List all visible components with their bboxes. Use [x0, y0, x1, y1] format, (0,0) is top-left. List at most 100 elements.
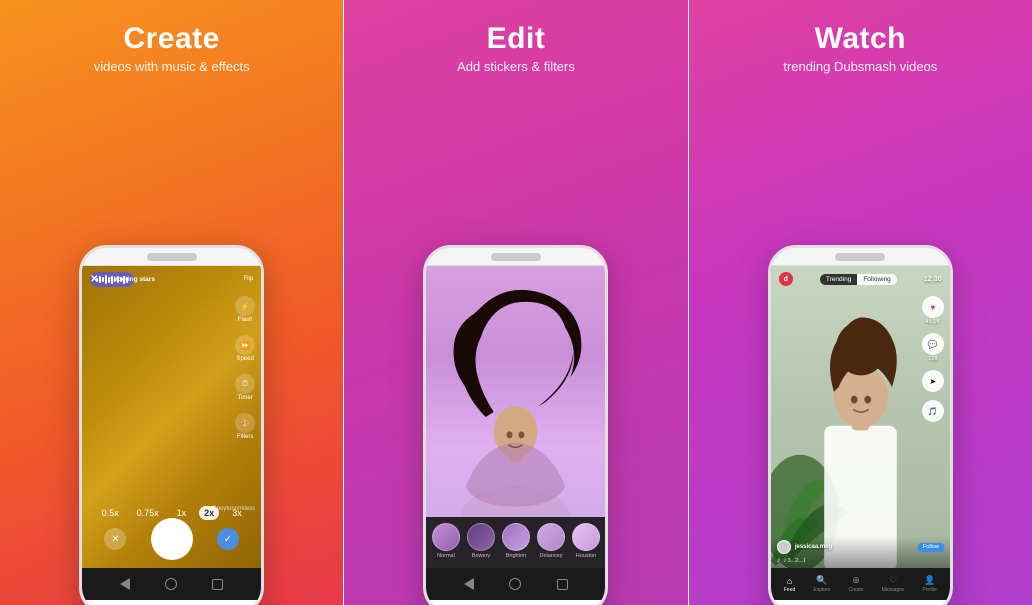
watch-bottom-overlay: jessicaa.meg Follow ♪ ♪ 3...2...1 — [771, 536, 950, 568]
filters-label: Filters — [237, 434, 253, 440]
wave-bar-2 — [99, 276, 101, 283]
watch-top-bar: d Trending Following 12:30 — [771, 270, 950, 288]
create-notch — [147, 253, 197, 261]
watch-right-controls: ♥ 45.1K 💬 128 ➤ 🎵 — [922, 296, 944, 422]
home-nav-icon[interactable] — [165, 578, 177, 590]
edit-home-nav[interactable] — [509, 578, 521, 590]
edit-recents-nav[interactable] — [557, 579, 568, 590]
messages-label: Messages — [882, 587, 905, 593]
filter-bowery-preview — [467, 523, 495, 551]
profile-icon: 👤 — [924, 575, 935, 586]
flash-label: Flash — [238, 317, 253, 323]
speed-icon: ⏩ — [235, 335, 255, 355]
edit-notch-bar — [426, 248, 605, 266]
side-controls: ⚡ Flash ⏩ Speed ⏱ Timer 🎨 Filters — [235, 296, 255, 440]
feed-label: Feed — [784, 587, 795, 593]
edit-phone-wrapper: Normal Bowery Brighton Delancey — [344, 245, 687, 605]
filter-normal-preview — [432, 523, 460, 551]
edit-back-nav[interactable] — [464, 578, 474, 590]
watch-user-avatar — [777, 540, 791, 554]
explore-nav-item[interactable]: 🔍 Explore — [813, 575, 830, 593]
comment-control[interactable]: 💬 128 — [922, 333, 944, 362]
watch-song-label: ♪ 3...2...1 — [783, 558, 806, 564]
audio-control[interactable]: 🎵 — [922, 400, 944, 422]
filter-bowery-label: Bowery — [472, 553, 490, 559]
edit-notch — [491, 253, 541, 261]
watch-user-row: jessicaa.meg Follow — [777, 540, 944, 554]
back-nav-icon[interactable] — [120, 578, 130, 590]
wave-bar-4 — [105, 275, 107, 284]
filter-brighten-preview — [502, 523, 530, 551]
edit-subtitle: Add stickers & filters — [457, 59, 575, 74]
filters-row: Normal Bowery Brighton Delancey — [430, 523, 601, 559]
watch-screen: d Trending Following 12:30 ♥ 45.1K 💬 — [771, 266, 950, 568]
watch-panel: Watch trending Dubsmash videos — [689, 0, 1032, 605]
watch-phone: d Trending Following 12:30 ♥ 45.1K 💬 — [768, 245, 953, 605]
create-phone-nav — [82, 568, 261, 600]
edit-person-svg — [426, 287, 605, 547]
filter-delancey-label: Delancey — [540, 553, 563, 559]
create-header: Create videos with music & effects — [84, 0, 260, 86]
speed-control[interactable]: ⏩ Speed — [235, 335, 255, 362]
edit-panel: Edit Add stickers & filters — [344, 0, 687, 605]
edit-title: Edit — [457, 22, 575, 55]
edit-header: Edit Add stickers & filters — [447, 0, 585, 86]
explore-icon: 🔍 — [816, 575, 827, 586]
flip-text: Flip — [243, 276, 253, 282]
edit-phone-nav — [426, 568, 605, 600]
edit-phone: Normal Bowery Brighton Delancey — [423, 245, 608, 605]
filter-delancey-preview — [537, 523, 565, 551]
like-control[interactable]: ♥ 45.1K — [922, 296, 944, 325]
create-phone-wrapper: ✕ shooting stars Flip ⚡ Flash ⏩ Speed — [0, 245, 343, 605]
watch-title: Watch — [783, 22, 937, 55]
timer-icon: ⏱ — [235, 374, 255, 394]
dubsmash-logo: d — [779, 272, 793, 286]
capture-bar: ✕ ✓ — [82, 518, 261, 560]
watch-username: jessicaa.meg — [795, 544, 832, 550]
like-count: 45.1K — [926, 319, 940, 325]
filter-normal[interactable]: Normal — [432, 523, 460, 559]
trending-tab[interactable]: Trending — [820, 274, 857, 285]
share-control[interactable]: ➤ — [922, 370, 944, 392]
create-top-bar — [82, 266, 261, 293]
follow-button[interactable]: Follow — [918, 543, 944, 552]
create-label: Create — [848, 587, 863, 593]
create-notch-bar — [82, 248, 261, 266]
timer-label: Timer — [238, 395, 253, 401]
confirm-button[interactable]: ✓ — [217, 528, 239, 550]
filter-delancey[interactable]: Delancey — [537, 523, 565, 559]
recents-nav-icon[interactable] — [212, 579, 223, 590]
close-button[interactable]: ✕ — [90, 274, 98, 285]
flash-icon: ⚡ — [235, 296, 255, 316]
messages-nav-item[interactable]: ♡ Messages — [882, 575, 905, 593]
flash-control[interactable]: ⚡ Flash — [235, 296, 255, 323]
profile-nav-item[interactable]: 👤 Profile — [923, 575, 937, 593]
filter-brighten[interactable]: Brighton — [502, 523, 530, 559]
create-nav-item[interactable]: ⊕ Create — [848, 575, 863, 593]
feed-nav-item[interactable]: ⌂ Feed — [784, 576, 795, 593]
speed-label: Speed — [236, 356, 253, 362]
song-name: shooting stars — [110, 276, 155, 283]
filter-normal-label: Normal — [437, 553, 455, 559]
watch-subtitle: trending Dubsmash videos — [783, 59, 937, 74]
watch-tabs: Trending Following — [820, 274, 897, 285]
following-tab[interactable]: Following — [857, 274, 896, 285]
edit-screen: Normal Bowery Brighton Delancey — [426, 266, 605, 568]
create-panel: Create videos with music & effects — [0, 0, 343, 605]
filters-control[interactable]: 🎨 Filters — [235, 413, 255, 440]
watch-notch — [835, 253, 885, 261]
capture-button[interactable] — [151, 518, 193, 560]
filter-houston[interactable]: Houston — [572, 523, 600, 559]
filter-bowery[interactable]: Bowery — [467, 523, 495, 559]
filter-brighten-label: Brighton — [506, 553, 527, 559]
watch-notch-bar — [771, 248, 950, 266]
timer-control[interactable]: ⏱ Timer — [235, 374, 255, 401]
comment-icon: 💬 — [922, 333, 944, 355]
feed-icon: ⌂ — [787, 576, 792, 586]
share-icon: ➤ — [922, 370, 944, 392]
cancel-capture-button[interactable]: ✕ — [104, 528, 126, 550]
watch-phone-wrapper: d Trending Following 12:30 ♥ 45.1K 💬 — [689, 245, 1032, 605]
wave-bar-3 — [102, 277, 104, 282]
filter-houston-label: Houston — [576, 553, 597, 559]
filters-bar: Normal Bowery Brighton Delancey — [426, 517, 605, 568]
